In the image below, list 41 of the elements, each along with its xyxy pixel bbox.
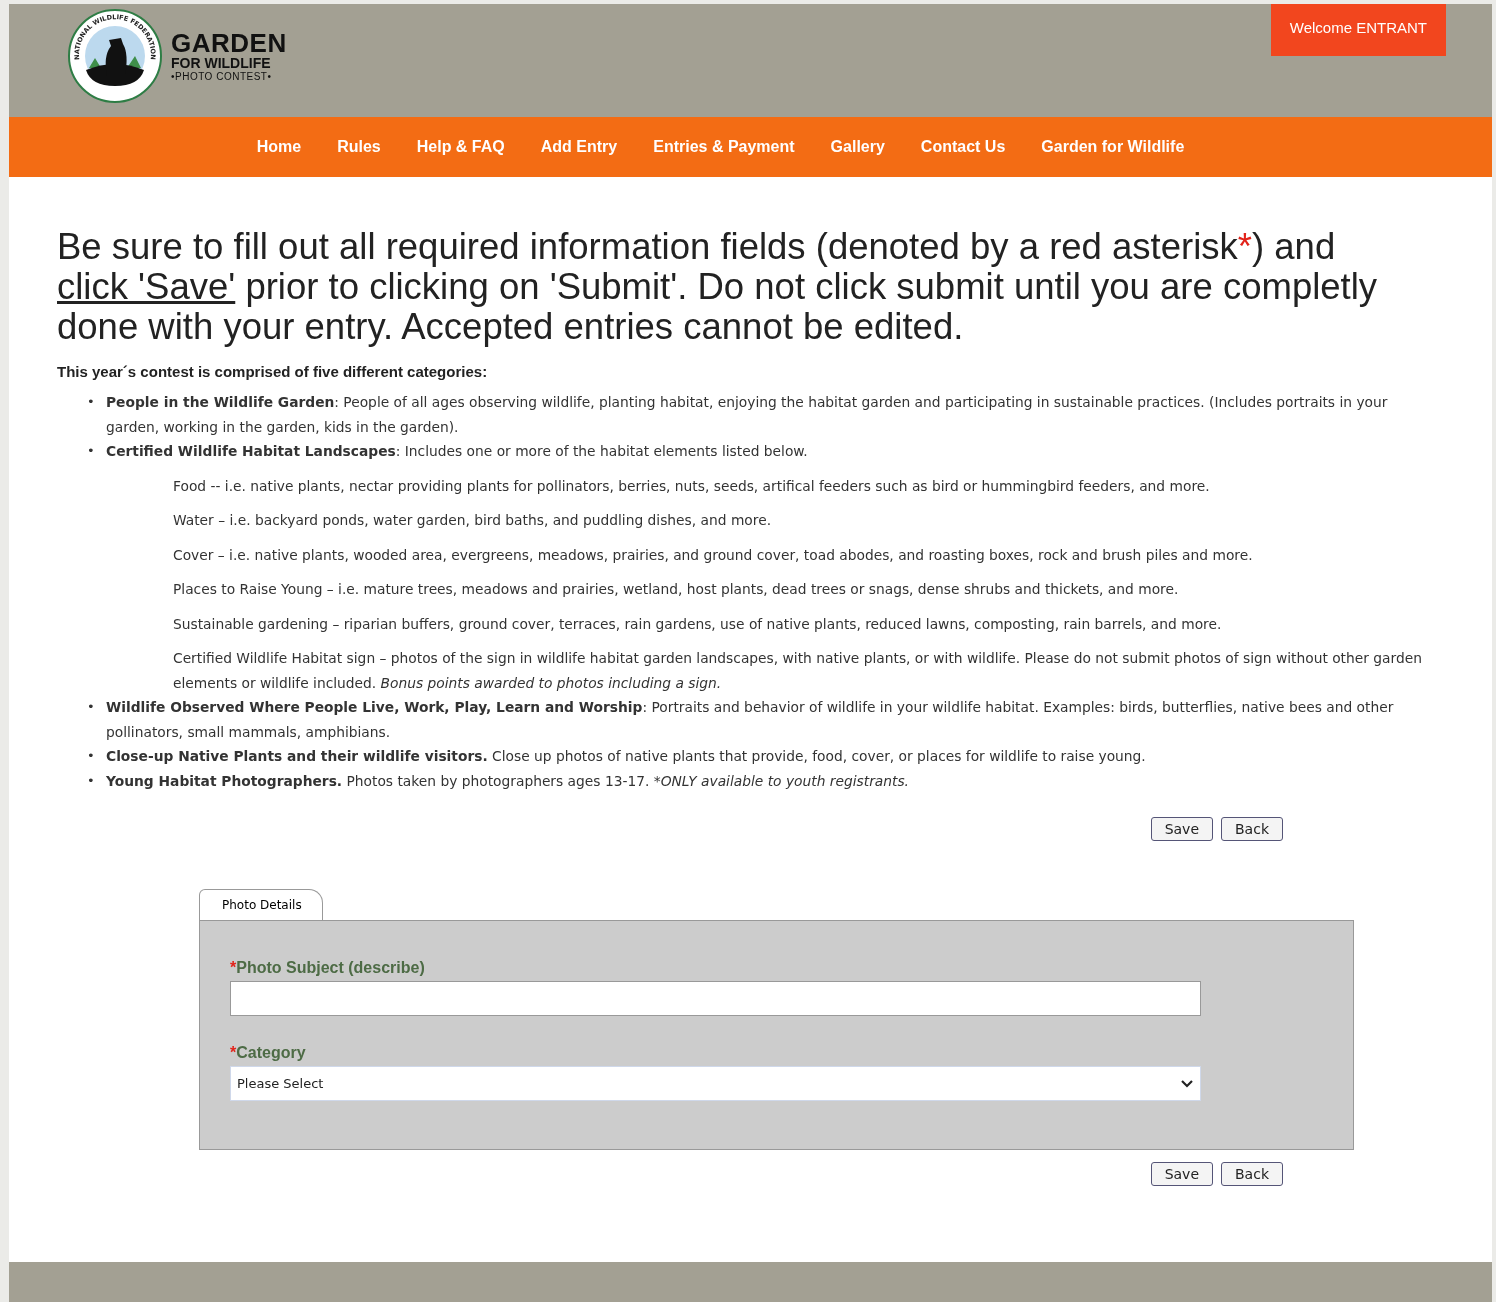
- logo-tagline: •PHOTO CONTEST•: [171, 72, 273, 82]
- bullet-marker: •: [87, 698, 96, 716]
- category-text: Wildlife Observed Where People Live, Work, Play, Learn and Worship: Portraits and behavior of wildlife in your wildlife habitat. Examples: birds, butterflies, native bees and other pollinators, small mammals, amphibians.: [106, 698, 1395, 742]
- habitat-element-text: Places to Raise Young – i.e. mature trees, meadows and prairies, wetland, host plants, dead trees or snags, dense shrubs and thickets, and more.: [173, 580, 1180, 599]
- nav-link[interactable]: Entries & Payment: [653, 138, 795, 156]
- photo-details-tab[interactable]: Photo Details: [199, 889, 323, 920]
- nav-link[interactable]: Contact Us: [920, 138, 1006, 156]
- logo-title: GARDEN: [171, 30, 287, 56]
- save-button[interactable]: Save: [1150, 817, 1213, 841]
- back-button[interactable]: Back: [1221, 817, 1283, 841]
- habitat-element-text: Certified Wildlife Habitat sign – photos of the sign in wildlife habitat garden landscapes, with native plants, or with wildlife. Please do not submit photos of sign without other garden elements or wildlife included. Bonus points awarded to photos including a sign.: [173, 649, 1423, 693]
- habitat-element-text: Food -- i.e. native plants, nectar providing plants for pollinators, berries, nuts, seeds, artifical feeders such as bird or hummingbird feeders, and more.: [173, 476, 1211, 496]
- nav-link[interactable]: Home: [256, 138, 302, 156]
- bullet-marker: •: [87, 747, 96, 765]
- nav-link[interactable]: Rules: [337, 138, 381, 156]
- notice-text: Be sure to fill out all required information fields (denoted by a red asterisk*) and click 'Save' prior to clicking on 'Submit'. Do not click submit until you are completly done with your entry. Accepted entries cannot be edited.: [57, 227, 1379, 347]
- bullet-marker: •: [87, 442, 96, 460]
- welcome-badge: Welcome ENTRANT: [1270, 4, 1446, 56]
- category-text: Certified Wildlife Habitat Landscapes: Includes one or more of the habitat elements listed below.: [106, 442, 809, 461]
- category-text: People in the Wildlife Garden: People of all ages observing wildlife, planting habitat, enjoying the habitat garden and participating in sustainable practices. (Includes portraits in your garden, working in the garden, kids in the garden).: [106, 393, 1389, 437]
- nav-link[interactable]: Garden for Wildlife: [1041, 138, 1185, 156]
- chevron-down-icon: [1180, 1078, 1194, 1089]
- bullet-marker: •: [87, 393, 96, 411]
- back-button[interactable]: Back: [1221, 1162, 1283, 1186]
- field-label: *Photo Subject (describe): [230, 959, 426, 977]
- nav-link[interactable]: Help & FAQ: [416, 138, 505, 156]
- input-field[interactable]: [230, 981, 1201, 1016]
- habitat-element-text: Cover – i.e. native plants, wooded area, evergreens, meadows, prairies, and ground cover, toad abodes, and roasting boxes, rock and brush piles and more.: [173, 545, 1254, 565]
- save-button[interactable]: Save: [1150, 1162, 1213, 1186]
- logo-subtitle: FOR WILDLIFE: [171, 56, 272, 70]
- nav-link[interactable]: Add Entry: [540, 138, 618, 156]
- nav-link[interactable]: Gallery: [830, 138, 885, 156]
- bullet-marker: •: [87, 771, 96, 790]
- field-label: *Category: [230, 1044, 307, 1062]
- intro-text: This year´s contest is comprised of five different categories:: [57, 363, 489, 380]
- habitat-element-text: Water – i.e. backyard ponds, water garden, bird baths, and puddling dishes, and more.: [173, 511, 773, 530]
- category-select[interactable]: Please Select: [230, 1066, 1201, 1101]
- habitat-element-text: Sustainable gardening – riparian buffers, ground cover, terraces, rain gardens, use of native plants, reduced lawns, composting, rain barrels, and more.: [173, 614, 1223, 634]
- save-link[interactable]: click 'Save': [57, 266, 236, 307]
- category-text: Close-up Native Plants and their wildlife visitors. Close up photos of native plants that provide, food, cover, or places for wildlife to raise young.: [106, 747, 1147, 766]
- category-text: Young Habitat Photographers. Photos taken by photographers ages 13-17. *ONLY available to youth registrants.: [106, 771, 910, 791]
